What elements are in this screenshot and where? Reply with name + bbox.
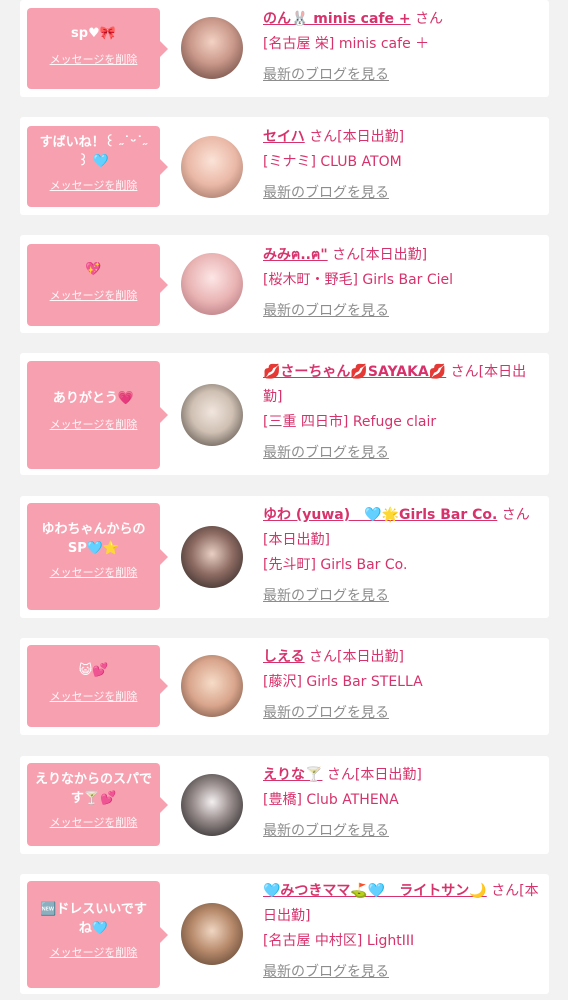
cast-name-link[interactable]: 🩵みつきママ⛳🩵 ライトサン🌙 [263,883,487,899]
avatar[interactable] [181,903,243,965]
latest-blog-link[interactable]: 最新のブログを見る [263,299,543,324]
message-text: えりなからのスパです🍸💕 [35,772,153,806]
message-bubble: ありがとう💗 メッセージを削除 [27,361,168,469]
cast-suffix: さん[本日出勤] [332,247,428,263]
message-text: ゆわちゃんからのSP🩵⭐ [41,522,146,556]
latest-blog-link[interactable]: 最新のブログを見る [263,701,543,726]
message-text: ありがとう💗 [52,391,135,406]
delete-message-link[interactable]: メッセージを削除 [35,944,152,960]
message-card: 😺💕 メッセージを削除 しえる さん[本日出勤] [藤沢] Girls Bar … [20,638,549,735]
cast-info: しえる さん[本日出勤] [藤沢] Girls Bar STELLA 最新のブロ… [263,645,543,726]
message-list: sp♥🎀 メッセージを削除 のん🐰 minis cafe + さん [名古屋 栄… [0,0,568,1000]
avatar[interactable] [181,774,243,836]
message-bubble: ゆわちゃんからのSP🩵⭐ メッセージを削除 [27,503,168,610]
cast-suffix: さん[本日出勤] [309,649,404,665]
message-text: sp♥🎀 [71,26,116,41]
delete-message-link[interactable]: メッセージを削除 [35,814,152,830]
cast-info: 🩵みつきママ⛳🩵 ライトサン🌙 さん[本日出勤] [名古屋 中村区] Light… [263,879,543,985]
cast-suffix: さん [415,11,444,27]
cast-name-link[interactable]: えりな🍸 [263,767,322,783]
avatar[interactable] [181,384,243,446]
message-card: sp♥🎀 メッセージを削除 のん🐰 minis cafe + さん [名古屋 栄… [20,0,549,97]
cast-name-link[interactable]: セイハ [263,129,305,145]
store-name: [藤沢] Girls Bar STELLA [263,674,423,690]
delete-message-link[interactable]: メッセージを削除 [35,177,152,193]
delete-message-link[interactable]: メッセージを削除 [35,51,152,67]
store-name: [豊橋] Club ATHENA [263,792,399,808]
message-text: 💖 [85,262,102,277]
message-bubble: 😺💕 メッセージを削除 [27,645,168,727]
store-name: [三重 四日市] Refuge clair [263,414,437,430]
message-text: すばいね！꒰ ˶˙ᵕ˙˶ ꒱ 🩵 [39,135,148,169]
cast-info: みみฅ..ฅ" さん[本日出勤] [桜木町・野毛] Girls Bar Ciel… [263,243,543,324]
delete-message-link[interactable]: メッセージを削除 [35,564,152,580]
store-name: [ミナミ] CLUB ATOM [263,154,402,170]
cast-info: 💋さーちゃん💋SAYAKA💋 さん[本日出勤] [三重 四日市] Refuge … [263,360,543,466]
cast-name-link[interactable]: しえる [263,649,305,665]
latest-blog-link[interactable]: 最新のブログを見る [263,181,543,206]
store-name: [名古屋 中村区] LightIII [263,933,415,949]
message-bubble: 💖 メッセージを削除 [27,244,168,326]
store-name: [桜木町・野毛] Girls Bar Ciel [263,272,454,288]
delete-message-link[interactable]: メッセージを削除 [35,287,152,303]
latest-blog-link[interactable]: 最新のブログを見る [263,63,543,88]
cast-info: セイハ さん[本日出勤] [ミナミ] CLUB ATOM 最新のブログを見る [263,125,543,206]
message-bubble: えりなからのスパです🍸💕 メッセージを削除 [27,763,168,846]
latest-blog-link[interactable]: 最新のブログを見る [263,584,543,609]
cast-info: えりな🍸 さん[本日出勤] [豊橋] Club ATHENA 最新のブログを見る [263,763,543,844]
message-bubble: 🆕ドレスいいですね🩵 メッセージを削除 [27,881,168,988]
message-text: 🆕ドレスいいですね🩵 [40,902,147,936]
cast-info: ゆわ (yuwa) 🩵🌟Girls Bar Co. さん[本日出勤] [先斗町]… [263,503,543,609]
latest-blog-link[interactable]: 最新のブログを見る [263,960,543,985]
cast-suffix: さん[本日出勤] [326,767,422,783]
cast-name-link[interactable]: ゆわ (yuwa) 🩵🌟Girls Bar Co. [263,507,497,523]
cast-name-link[interactable]: のん🐰 minis cafe + [263,11,411,27]
avatar[interactable] [181,253,243,315]
avatar[interactable] [181,526,243,588]
delete-message-link[interactable]: メッセージを削除 [35,416,152,432]
message-card: 🆕ドレスいいですね🩵 メッセージを削除 🩵みつきママ⛳🩵 ライトサン🌙 さん[本… [20,874,549,994]
latest-blog-link[interactable]: 最新のブログを見る [263,819,543,844]
avatar[interactable] [181,655,243,717]
cast-info: のん🐰 minis cafe + さん [名古屋 栄] minis cafe ＋… [263,7,543,88]
latest-blog-link[interactable]: 最新のブログを見る [263,441,543,466]
message-card: 💖 メッセージを削除 みみฅ..ฅ" さん[本日出勤] [桜木町・野毛] Gir… [20,235,549,333]
store-name: [先斗町] Girls Bar Co. [263,557,408,573]
delete-message-link[interactable]: メッセージを削除 [35,688,152,704]
message-card: えりなからのスパです🍸💕 メッセージを削除 えりな🍸 さん[本日出勤] [豊橋]… [20,756,549,854]
cast-name-link[interactable]: みみฅ..ฅ" [263,247,328,263]
avatar[interactable] [181,17,243,79]
message-card: ゆわちゃんからのSP🩵⭐ メッセージを削除 ゆわ (yuwa) 🩵🌟Girls … [20,496,549,618]
message-bubble: sp♥🎀 メッセージを削除 [27,8,168,89]
message-card: ありがとう💗 メッセージを削除 💋さーちゃん💋SAYAKA💋 さん[本日出勤] … [20,353,549,475]
message-text: 😺💕 [78,663,109,678]
message-bubble: すばいね！꒰ ˶˙ᵕ˙˶ ꒱ 🩵 メッセージを削除 [27,126,168,207]
cast-name-link[interactable]: 💋さーちゃん💋SAYAKA💋 [263,364,446,380]
store-name: [名古屋 栄] minis cafe ＋ [263,36,430,52]
message-card: すばいね！꒰ ˶˙ᵕ˙˶ ꒱ 🩵 メッセージを削除 セイハ さん[本日出勤] [… [20,117,549,215]
cast-suffix: さん[本日出勤] [309,129,405,145]
avatar[interactable] [181,136,243,198]
